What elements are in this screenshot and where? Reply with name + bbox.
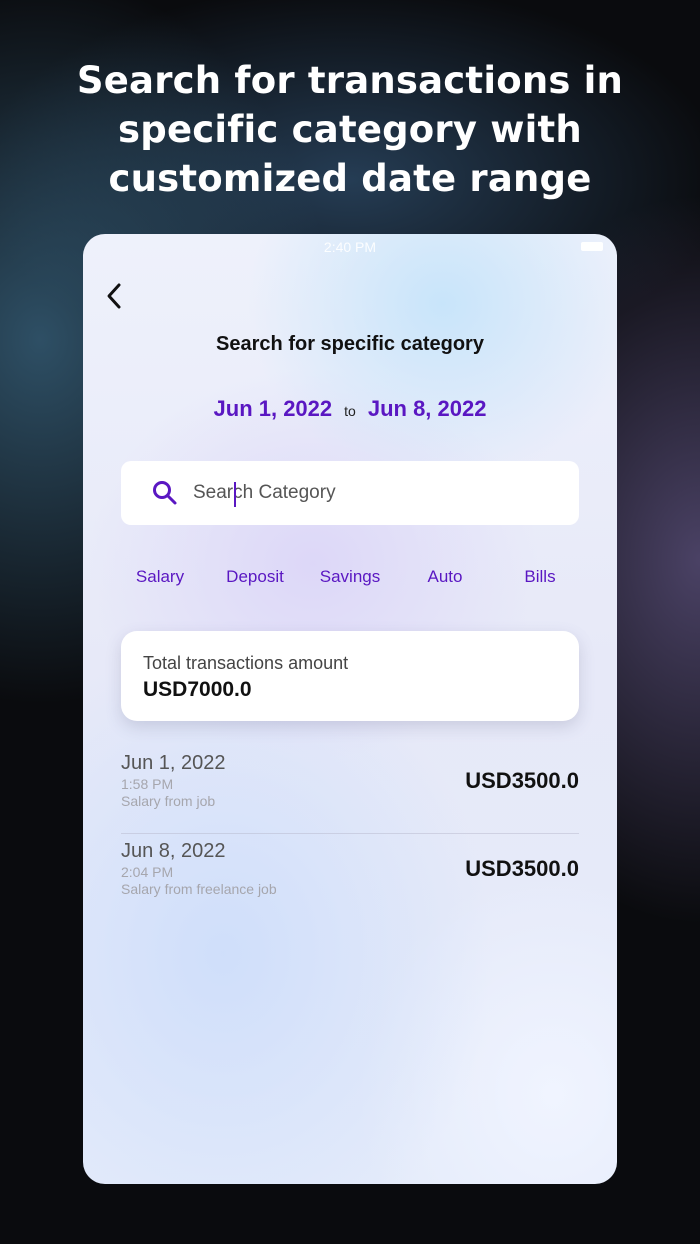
category-chip-bills[interactable]: Bills (493, 567, 587, 587)
total-value: USD7000.0 (143, 678, 252, 701)
back-button[interactable] (97, 278, 131, 314)
start-date-picker[interactable]: Jun 1, 2022 (214, 396, 333, 422)
transaction-date: Jun 8, 2022 (121, 840, 226, 862)
transaction-row[interactable]: Jun 8, 2022 2:04 PM Salary from freelanc… (121, 834, 579, 922)
category-chip-auto[interactable]: Auto (398, 567, 492, 587)
status-bar-time: 2:40 PM (323, 239, 377, 255)
page-title: Search for specific category (216, 333, 484, 355)
battery-icon (581, 242, 603, 251)
date-separator: to (344, 403, 356, 419)
category-filters: Salary Deposit Savings Auto Bills (113, 567, 587, 587)
text-cursor (234, 482, 236, 507)
transaction-time: 2:04 PM (121, 864, 174, 880)
chevron-left-icon (107, 283, 121, 309)
transaction-description: Salary from job (121, 793, 216, 809)
category-chip-deposit[interactable]: Deposit (208, 567, 302, 587)
end-date-picker[interactable]: Jun 8, 2022 (368, 396, 487, 422)
headline-line-2: specific category with (118, 108, 582, 151)
total-amount-card: Total transactions amount USD7000.0 (121, 631, 579, 721)
transaction-list: Jun 1, 2022 1:58 PM Salary from job USD3… (121, 746, 579, 922)
headline-line-1: Search for transactions in (76, 59, 624, 102)
category-chip-salary[interactable]: Salary (113, 567, 207, 587)
search-box[interactable] (121, 461, 579, 525)
search-icon (153, 481, 177, 505)
total-label: Total transactions amount (143, 653, 349, 673)
transaction-date: Jun 1, 2022 (121, 752, 226, 774)
date-range: Jun 1, 2022 to Jun 8, 2022 (83, 396, 617, 422)
marketing-headline: Search for transactions in specific cate… (0, 56, 700, 203)
transaction-amount: USD3500.0 (465, 856, 579, 881)
headline-line-3: customized date range (108, 157, 592, 200)
transaction-amount: USD3500.0 (465, 768, 579, 793)
transaction-time: 1:58 PM (121, 776, 174, 792)
transaction-row[interactable]: Jun 1, 2022 1:58 PM Salary from job USD3… (121, 746, 579, 834)
category-chip-savings[interactable]: Savings (303, 567, 397, 587)
search-input[interactable] (193, 482, 553, 504)
phone-screen: 2:40 PM Search for specific category Jun… (83, 234, 617, 1184)
transaction-description: Salary from freelance job (121, 881, 277, 897)
